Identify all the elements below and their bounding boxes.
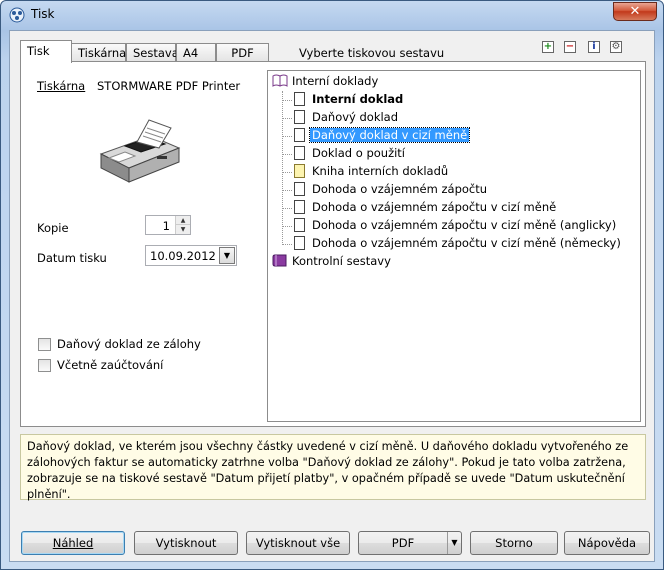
tree-item-selected[interactable]: Daňový doklad v cizí měně bbox=[294, 127, 471, 144]
tab-label: Tiskárna bbox=[78, 46, 127, 60]
closed-book-icon bbox=[272, 254, 287, 267]
app-icon bbox=[9, 7, 25, 23]
tree-node-label: Dohoda o vzájemném zápočtu bbox=[312, 182, 488, 196]
copies-stepper-buttons: ▲ ▼ bbox=[175, 216, 190, 234]
tree-item[interactable]: Kniha interních dokladů bbox=[294, 163, 450, 180]
include-accounting-checkbox[interactable] bbox=[38, 359, 51, 372]
document-icon bbox=[294, 92, 305, 106]
copies-value: 1 bbox=[162, 219, 170, 233]
include-accounting-label: Včetně zaúčtování bbox=[57, 358, 164, 372]
button-label: Storno bbox=[495, 536, 533, 550]
print-date-field[interactable]: 10.09.2012 ▼ bbox=[145, 245, 237, 266]
tree-item[interactable]: Daňový doklad bbox=[294, 109, 400, 126]
printer-icon bbox=[99, 119, 181, 183]
tab-pdf[interactable]: PDF bbox=[216, 43, 269, 62]
tab-tiskarna[interactable]: Tiskárna bbox=[71, 43, 126, 62]
tree-connector bbox=[282, 244, 292, 245]
print-date-label: Datum tisku bbox=[37, 251, 107, 265]
tree-connector bbox=[282, 172, 292, 173]
button-label: Vytisknout bbox=[155, 536, 217, 550]
tree-node-label: Interní doklad bbox=[312, 92, 404, 106]
tab-tisk[interactable]: Tisk bbox=[20, 40, 72, 63]
tab-label: Sestava bbox=[133, 46, 179, 60]
tab-sestava[interactable]: Sestava bbox=[126, 43, 179, 62]
advance-invoice-checkbox[interactable] bbox=[38, 338, 51, 351]
print-all-button[interactable]: Vytisknout vše bbox=[246, 531, 350, 555]
tree-folder-control-reports[interactable]: Kontrolní sestavy bbox=[272, 253, 393, 270]
tree-connector bbox=[282, 136, 292, 137]
add-icon[interactable]: + bbox=[542, 41, 554, 53]
tree-node-label: Kniha interních dokladů bbox=[312, 164, 449, 178]
pdf-dropdown-icon[interactable]: ▼ bbox=[447, 532, 461, 554]
tree-item[interactable]: Doklad o použití bbox=[294, 145, 407, 162]
tree-item[interactable]: Dohoda o vzájemném zápočtu v cizí měně bbox=[294, 199, 558, 216]
copies-label: Kopie bbox=[37, 221, 69, 235]
tree-connector bbox=[282, 118, 292, 119]
tree-item[interactable]: Dohoda o vzájemném zápočtu bbox=[294, 181, 489, 198]
select-report-hint: Vyberte tiskovou sestavu bbox=[299, 46, 445, 60]
tree-folder-internal-docs[interactable]: Interní doklady bbox=[272, 73, 380, 90]
tree-connector bbox=[282, 91, 283, 245]
stepper-up-icon[interactable]: ▲ bbox=[176, 216, 190, 225]
open-book-icon bbox=[272, 74, 288, 87]
help-button[interactable]: Nápověda bbox=[564, 531, 650, 555]
window-title: Tisk bbox=[31, 7, 55, 21]
report-tree[interactable]: Interní doklady Interní doklad Daňový do… bbox=[267, 70, 641, 422]
tab-label: PDF bbox=[231, 46, 254, 60]
tree-connector bbox=[282, 226, 292, 227]
tree-item[interactable]: Dohoda o vzájemném zápočtu v cizí měně (… bbox=[294, 217, 618, 234]
printer-link[interactable]: Tiskárna bbox=[37, 79, 85, 93]
tab-panel-tisk: Tiskárna STORMWARE PDF Printer Kopie 1 ▲ bbox=[20, 61, 646, 427]
ledger-icon bbox=[294, 164, 305, 178]
tree-connector bbox=[282, 154, 292, 155]
close-button[interactable]: ✕ bbox=[613, 2, 657, 21]
document-icon bbox=[294, 218, 305, 232]
cancel-button[interactable]: Storno bbox=[470, 531, 558, 555]
settings-icon[interactable]: ⚙ bbox=[610, 41, 622, 53]
tree-node-label: Daňový doklad v cizí měně bbox=[308, 127, 471, 143]
report-description: Daňový doklad, ve kterém jsou všechny čá… bbox=[20, 434, 646, 501]
button-label: Nápověda bbox=[577, 536, 637, 550]
preview-button[interactable]: Náhled bbox=[21, 531, 125, 555]
dialog-client-area: Tisk Tiskárna Sestava A4 PDF Vyberte tis… bbox=[9, 30, 655, 562]
button-label: Vytisknout vše bbox=[255, 536, 341, 550]
advance-invoice-label: Daňový doklad ze zálohy bbox=[57, 337, 201, 351]
tab-a4[interactable]: A4 bbox=[176, 43, 216, 62]
document-icon bbox=[294, 236, 305, 250]
tree-node-label: Kontrolní sestavy bbox=[292, 254, 391, 268]
title-bar[interactable]: Tisk ✕ bbox=[1, 1, 663, 29]
pdf-button[interactable]: PDF ▼ bbox=[358, 531, 462, 555]
info-icon[interactable]: i bbox=[588, 41, 600, 53]
button-label: PDF bbox=[391, 536, 415, 550]
tree-connector bbox=[282, 190, 292, 191]
button-label: Náhled bbox=[52, 536, 94, 550]
remove-icon[interactable]: − bbox=[564, 41, 576, 53]
tree-node-label: Doklad o použití bbox=[312, 146, 405, 160]
print-date-value: 10.09.2012 bbox=[150, 249, 216, 263]
print-dialog-window: Tisk ✕ Tisk Tiskárna Sestava A4 PDF Vybe… bbox=[0, 0, 664, 570]
tab-label: Tisk bbox=[27, 44, 50, 58]
printer-name: STORMWARE PDF Printer bbox=[97, 79, 241, 93]
tree-node-label: Daňový doklad bbox=[312, 110, 399, 124]
document-icon bbox=[294, 182, 305, 196]
date-dropdown-icon[interactable]: ▼ bbox=[219, 247, 235, 264]
tree-connector bbox=[282, 100, 292, 101]
tree-node-label: Interní doklady bbox=[292, 74, 379, 88]
document-icon bbox=[294, 146, 305, 160]
tree-connector bbox=[282, 208, 292, 209]
tree-item[interactable]: Dohoda o vzájemném zápočtu v cizí měně (… bbox=[294, 235, 623, 252]
tree-node-label: Dohoda o vzájemném zápočtu v cizí měně (… bbox=[312, 218, 617, 232]
tree-node-label: Dohoda o vzájemném zápočtu v cizí měně (… bbox=[312, 236, 621, 250]
copies-stepper[interactable]: 1 ▲ ▼ bbox=[145, 215, 191, 235]
document-icon bbox=[294, 110, 305, 124]
document-icon bbox=[294, 200, 305, 214]
tab-label: A4 bbox=[183, 46, 199, 60]
close-icon: ✕ bbox=[629, 4, 641, 19]
tree-item[interactable]: Interní doklad bbox=[294, 91, 405, 108]
tree-node-label: Dohoda o vzájemném zápočtu v cizí měně bbox=[312, 200, 557, 214]
print-button[interactable]: Vytisknout bbox=[134, 531, 238, 555]
document-icon bbox=[294, 128, 305, 142]
stepper-down-icon[interactable]: ▼ bbox=[176, 225, 190, 234]
